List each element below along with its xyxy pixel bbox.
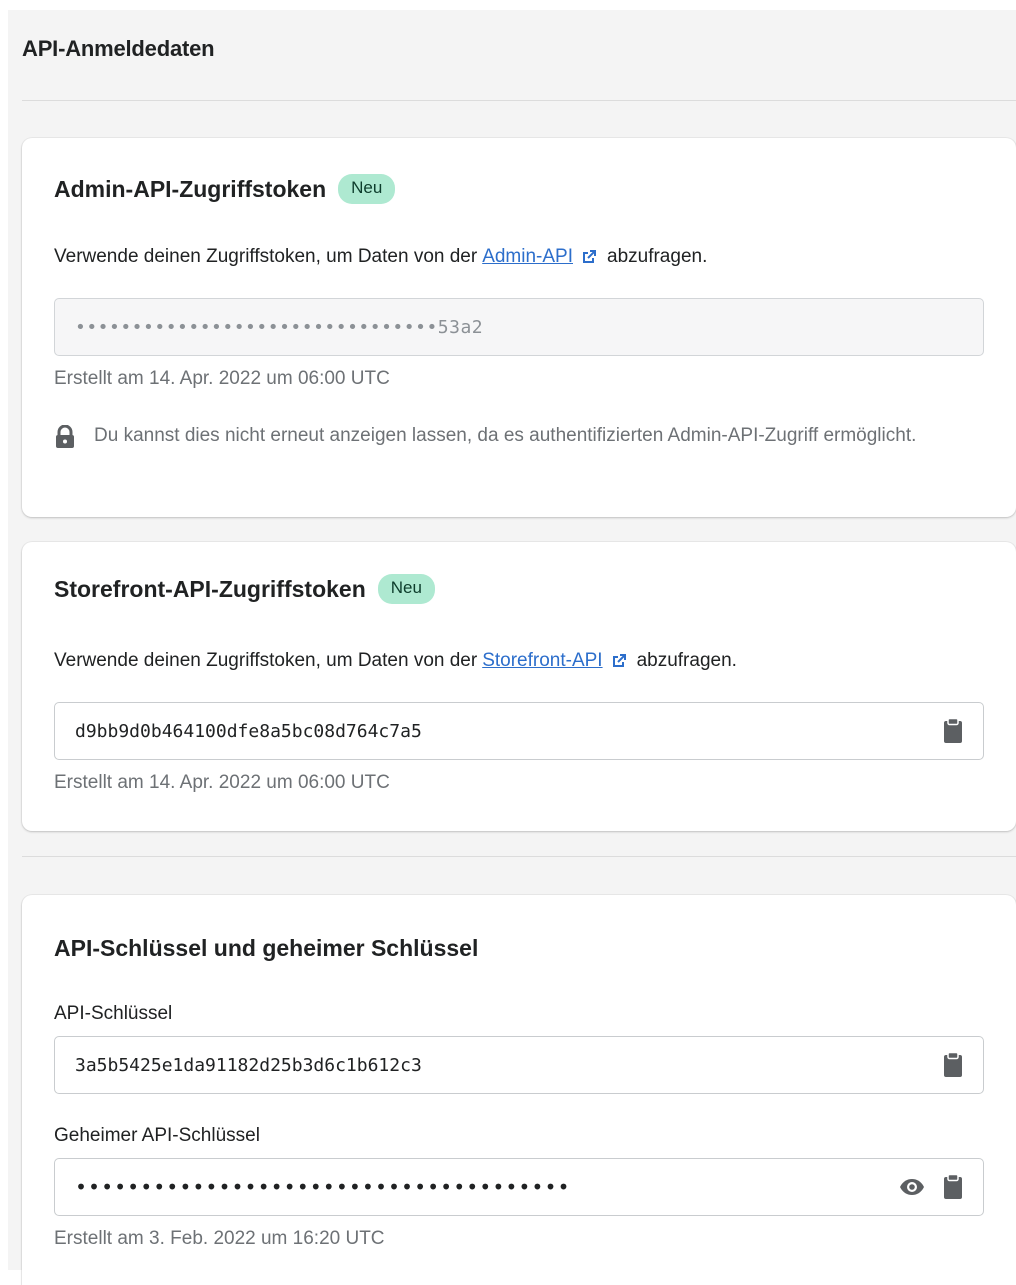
eye-icon[interactable] [899,1178,925,1196]
storefront-token-created: Erstellt am 14. Apr. 2022 um 06:00 UTC [54,772,390,793]
clipboard-icon[interactable] [943,1052,963,1078]
storefront-token-value: d9bb9d0b464100dfe8a5bc08d764c7a5 [75,720,422,742]
secret-key-value: •••••••••••••••••••••••••••••••••••••• [75,1175,571,1199]
new-badge: Neu [338,174,396,204]
storefront-api-link[interactable]: Storefront-API [482,650,602,672]
page-title: API-Anmeldedaten [22,36,215,61]
api-key-field[interactable]: 3a5b5425e1da91182d25b3d6c1b612c3 [54,1036,984,1094]
clipboard-icon[interactable] [943,718,963,744]
new-badge: Neu [377,574,435,604]
section-divider [22,856,1016,857]
lock-icon [56,425,74,448]
secret-key-field[interactable]: •••••••••••••••••••••••••••••••••••••• [54,1158,984,1216]
keys-created: Erstellt am 3. Feb. 2022 um 16:20 UTC [54,1228,385,1249]
storefront-token-title: Storefront-API-Zugriffstoken [54,575,366,602]
storefront-api-token-card: Storefront-API-Zugriffstoken Neu Verwend… [22,542,1016,831]
card-title: Admin-API-Zugriffstoken Neu [54,174,396,204]
desc-suffix: abzufragen. [607,246,708,267]
desc-prefix: Verwende deinen Zugriffstoken, um Daten … [54,650,478,671]
external-link-icon[interactable] [581,249,597,265]
api-key-label: API-Schlüssel [54,1003,173,1024]
admin-token-title: Admin-API-Zugriffstoken [54,175,327,202]
api-key-value: 3a5b5425e1da91182d25b3d6c1b612c3 [75,1054,422,1076]
api-keys-card: API-Schlüssel und geheimer Schlüssel API… [22,895,1016,1285]
admin-token-note: Du kannst dies nicht erneut anzeigen las… [54,420,974,451]
clipboard-icon[interactable] [943,1174,963,1200]
admin-token-created: Erstellt am 14. Apr. 2022 um 06:00 UTC [54,368,390,389]
admin-api-link[interactable]: Admin-API [482,246,573,268]
storefront-token-description: Verwende deinen Zugriffstoken, um Daten … [54,650,737,672]
admin-token-description: Verwende deinen Zugriffstoken, um Daten … [54,246,707,268]
desc-suffix: abzufragen. [636,650,737,671]
secret-key-label: Geheimer API-Schlüssel [54,1125,260,1146]
desc-prefix: Verwende deinen Zugriffstoken, um Daten … [54,246,478,267]
keys-card-title: API-Schlüssel und geheimer Schlüssel [54,935,479,961]
card-title: Storefront-API-Zugriffstoken Neu [54,574,435,604]
note-text: Du kannst dies nicht erneut anzeigen las… [94,425,917,446]
storefront-token-field[interactable]: d9bb9d0b464100dfe8a5bc08d764c7a5 [54,702,984,760]
admin-api-token-card: Admin-API-Zugriffstoken Neu Verwende dei… [22,138,1016,517]
admin-token-value: ••••••••••••••••••••••••••••••••53a2 [75,316,484,338]
external-link-icon[interactable] [611,653,627,669]
api-credentials-page: API-Anmeldedaten Admin-API-Zugriffstoken… [8,10,1016,1285]
admin-token-field[interactable]: ••••••••••••••••••••••••••••••••53a2 [54,298,984,356]
section-divider [22,100,1016,101]
